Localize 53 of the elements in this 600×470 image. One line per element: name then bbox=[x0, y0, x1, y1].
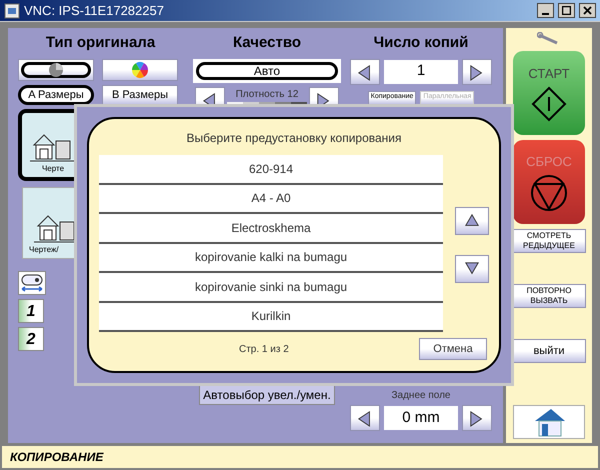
preset-item[interactable]: kopirovanie kalki na bumagu bbox=[99, 244, 443, 273]
section-heading: Число копий bbox=[374, 33, 468, 53]
page-indicator: Стр. 1 из 2 bbox=[239, 342, 289, 356]
roll-icon bbox=[20, 272, 44, 292]
right-arrow-icon bbox=[469, 62, 485, 80]
increase-button[interactable] bbox=[462, 58, 492, 84]
side-button[interactable]: ПОВТОРНО ВЫЗВАТЬ bbox=[512, 284, 586, 308]
color-wheel-icon bbox=[131, 60, 149, 78]
status-bar: КОПИРОВАНИЕ bbox=[2, 446, 598, 468]
section-heading: Тип оригинала bbox=[44, 33, 156, 53]
maximize-button[interactable] bbox=[558, 3, 575, 18]
preset-item[interactable]: Electroskhema bbox=[99, 214, 443, 244]
close-button[interactable] bbox=[579, 3, 596, 18]
auto-zoom-button[interactable]: Автовыбор увел./умен. bbox=[199, 385, 335, 405]
decrease-button[interactable] bbox=[350, 405, 380, 431]
mode-button[interactable] bbox=[18, 58, 94, 80]
maximize-icon bbox=[562, 6, 571, 15]
grayscale-icon bbox=[48, 62, 64, 78]
scroll-down-button[interactable] bbox=[455, 255, 489, 283]
side-button[interactable]: СМОТРЕТЬ РЕДЫДУЩЕЕ bbox=[512, 229, 586, 253]
start-button[interactable]: СТАРТ bbox=[513, 51, 585, 135]
start-icon bbox=[531, 86, 567, 122]
side-button[interactable]: выйти bbox=[512, 339, 586, 363]
app-icon bbox=[4, 2, 20, 18]
margin-label: Заднее поле bbox=[391, 389, 450, 403]
right-arrow-icon bbox=[469, 409, 485, 427]
quality-field[interactable]: Авто bbox=[193, 58, 341, 82]
margin-field[interactable]: 0 mm bbox=[384, 406, 458, 430]
left-arrow-icon bbox=[357, 409, 373, 427]
increase-button[interactable] bbox=[462, 405, 492, 431]
home-button[interactable] bbox=[513, 405, 585, 439]
tray-button[interactable]: 2 bbox=[18, 326, 44, 350]
decrease-button[interactable] bbox=[350, 58, 380, 84]
minimize-button[interactable] bbox=[537, 3, 554, 18]
minimize-icon bbox=[542, 12, 549, 14]
close-icon bbox=[583, 6, 592, 15]
roll-button[interactable] bbox=[18, 270, 46, 294]
preset-item[interactable]: Kurilkin bbox=[99, 302, 443, 332]
copies-field[interactable]: 1 bbox=[384, 60, 458, 84]
cancel-button[interactable]: Отмена bbox=[419, 338, 487, 360]
preset-item[interactable]: kopirovanie sinki na bumagu bbox=[99, 273, 443, 302]
preset-item[interactable]: A4 - A0 bbox=[99, 184, 443, 214]
scroll-up-button[interactable] bbox=[455, 207, 489, 235]
size-button[interactable]: A Размеры bbox=[18, 84, 94, 104]
tray-button[interactable]: 1 bbox=[18, 298, 44, 322]
left-arrow-icon bbox=[357, 62, 373, 80]
dialog-title: Выберите предустановку копирования bbox=[185, 130, 402, 147]
preset-item[interactable]: 620-914 bbox=[99, 155, 443, 184]
section-heading: Качество bbox=[232, 33, 302, 53]
window-title: VNC: IPS-11E17282257 bbox=[24, 2, 165, 20]
stop-icon bbox=[530, 174, 568, 212]
size-button[interactable]: B Размеры bbox=[102, 84, 178, 104]
density-label: Плотность 12 bbox=[236, 88, 298, 102]
